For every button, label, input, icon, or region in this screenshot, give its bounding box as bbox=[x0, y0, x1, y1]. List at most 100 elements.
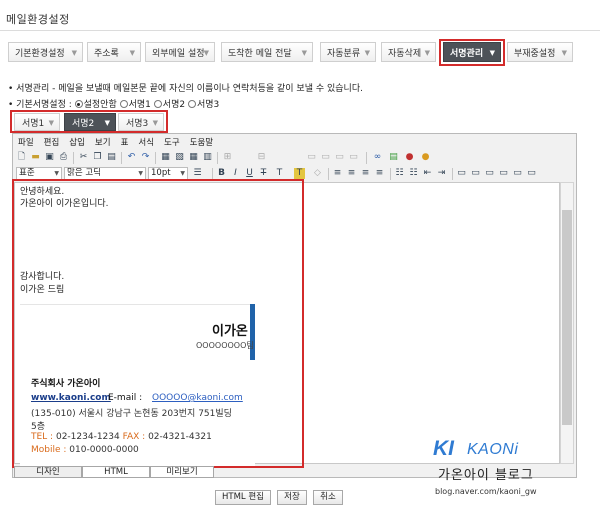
source-icon[interactable]: ▭ bbox=[498, 168, 509, 179]
menu-format[interactable]: 서식 bbox=[133, 136, 159, 150]
style-select-value: 표준 bbox=[19, 168, 35, 178]
tab-auto-sort[interactable]: 자동분류 ▼ bbox=[320, 42, 376, 62]
hyperlink-icon[interactable]: ∞ bbox=[372, 152, 383, 163]
cell-props-icon[interactable]: ▭ bbox=[334, 152, 345, 163]
chevron-down-icon: ▼ bbox=[138, 170, 143, 177]
line-spacing-icon[interactable]: ☰ bbox=[192, 168, 203, 179]
radio-sig1[interactable] bbox=[119, 100, 128, 108]
align-left-icon[interactable]: ≡ bbox=[332, 168, 343, 179]
title-divider bbox=[0, 30, 600, 31]
cut-icon[interactable]: ✂ bbox=[78, 152, 89, 163]
print-icon[interactable]: ⎙ bbox=[58, 152, 69, 163]
paste-icon[interactable]: ▤ bbox=[106, 152, 117, 163]
chevron-down-icon: ▼ bbox=[364, 49, 370, 57]
open-folder-icon[interactable]: ▬ bbox=[30, 152, 41, 163]
menu-edit[interactable]: 편집 bbox=[39, 136, 65, 150]
tab-label: 부재중설정 bbox=[514, 48, 556, 59]
copy-icon[interactable]: ❐ bbox=[92, 152, 103, 163]
undo-icon[interactable]: ↶ bbox=[126, 152, 137, 163]
radio-none-label: 설정안함 bbox=[83, 100, 117, 110]
emoticon-icon[interactable]: ● bbox=[420, 152, 431, 163]
tab-design[interactable]: 디자인 bbox=[14, 466, 82, 478]
highlight-box-tab bbox=[439, 39, 505, 66]
table-icon[interactable]: ▦ bbox=[188, 152, 199, 163]
toolbar-divider bbox=[452, 168, 453, 180]
media-icon[interactable]: ▥ bbox=[202, 152, 213, 163]
hr-icon[interactable]: ▭ bbox=[456, 168, 467, 179]
radio-sig3-label: 서명3 bbox=[196, 100, 220, 110]
page-title: 메일환경설정 bbox=[6, 13, 70, 26]
radio-sig2[interactable] bbox=[153, 100, 162, 108]
tab-auto-delete[interactable]: 자동삭제 ▼ bbox=[381, 42, 436, 62]
cancel-button[interactable]: 취소 bbox=[313, 490, 343, 505]
tab-absence[interactable]: 부재중설정 ▼ bbox=[507, 42, 573, 62]
tab-label: 주소록 bbox=[94, 48, 119, 59]
kaoni-logo-text: KAONi bbox=[467, 441, 519, 458]
chevron-down-icon: ▼ bbox=[424, 49, 430, 57]
chevron-down-icon: ▼ bbox=[301, 49, 307, 57]
radio-none[interactable] bbox=[74, 100, 83, 108]
tab-external-mail[interactable]: 외부메일 설정 ▼ bbox=[145, 42, 215, 62]
menu-table[interactable]: 표 bbox=[116, 136, 134, 150]
tab-html[interactable]: HTML bbox=[82, 466, 150, 478]
tab-basic-settings[interactable]: 기본환경설정 ▼ bbox=[8, 42, 83, 62]
kaoni-logo-mark: KI bbox=[433, 437, 454, 460]
chevron-down-icon: ▼ bbox=[203, 49, 209, 57]
insert-col-icon[interactable]: ⊟ bbox=[256, 152, 267, 163]
tab-preview[interactable]: 미리보기 bbox=[150, 466, 214, 478]
preview-icon[interactable]: ▭ bbox=[526, 168, 537, 179]
font-select-value: 맑은 고딕 bbox=[67, 168, 101, 178]
superscript-icon[interactable]: ▭ bbox=[484, 168, 495, 179]
html-edit-button[interactable]: HTML 편집 bbox=[215, 490, 271, 505]
toolbar-divider bbox=[155, 152, 156, 164]
insert-row-icon[interactable]: ⊞ bbox=[222, 152, 233, 163]
chevron-down-icon: ▼ bbox=[54, 170, 59, 177]
highlight-color-icon[interactable]: T bbox=[294, 168, 305, 179]
table-props-icon[interactable]: ▭ bbox=[348, 152, 359, 163]
subscript-icon[interactable]: ▭ bbox=[470, 168, 481, 179]
toolbar-divider bbox=[390, 168, 391, 180]
link-icon[interactable]: ▦ bbox=[160, 152, 171, 163]
menu-help[interactable]: 도움말 bbox=[185, 136, 218, 150]
outdent-icon[interactable]: ⇤ bbox=[422, 168, 433, 179]
tab-address-book[interactable]: 주소록 ▼ bbox=[87, 42, 141, 62]
align-center-icon[interactable]: ≡ bbox=[346, 168, 357, 179]
tab-label: 외부메일 설정 bbox=[152, 48, 205, 59]
menu-insert[interactable]: 삽입 bbox=[64, 136, 90, 150]
eraser-icon[interactable]: ◇ bbox=[312, 168, 323, 179]
special-char-icon[interactable]: ● bbox=[404, 152, 415, 163]
radio-sig3[interactable] bbox=[187, 100, 196, 108]
redo-icon[interactable]: ↷ bbox=[140, 152, 151, 163]
merge-cells-icon[interactable]: ▭ bbox=[306, 152, 317, 163]
align-right-icon[interactable]: ≡ bbox=[360, 168, 371, 179]
toolbar-divider bbox=[217, 152, 218, 164]
tab-label: 도착한 메일 전달 bbox=[228, 48, 292, 59]
spellcheck-icon[interactable]: ▤ bbox=[388, 152, 399, 163]
underline-icon[interactable]: U bbox=[244, 168, 255, 179]
editor-scrollbar-thumb[interactable] bbox=[562, 210, 572, 425]
split-cells-icon[interactable]: ▭ bbox=[320, 152, 331, 163]
toolbar-divider bbox=[73, 152, 74, 164]
fullscreen-icon[interactable]: ▭ bbox=[512, 168, 523, 179]
align-justify-icon[interactable]: ≡ bbox=[374, 168, 385, 179]
save-icon[interactable]: ▣ bbox=[44, 152, 55, 163]
bold-icon[interactable]: B bbox=[216, 168, 227, 179]
default-signature-row: • 기본서명설정 : 설정안함 서명1 서명2 서명3 bbox=[8, 97, 219, 110]
new-document-icon[interactable]: 🗋 bbox=[16, 152, 27, 163]
save-button[interactable]: 저장 bbox=[277, 490, 307, 505]
indent-icon[interactable]: ⇥ bbox=[436, 168, 447, 179]
menu-file[interactable]: 파일 bbox=[13, 136, 39, 150]
chevron-down-icon: ▼ bbox=[180, 170, 185, 177]
blog-title: 가온아이 블로그 bbox=[438, 468, 534, 483]
italic-icon[interactable]: I bbox=[230, 168, 241, 179]
toolbar-divider bbox=[328, 168, 329, 180]
ordered-list-icon[interactable]: ☷ bbox=[394, 168, 405, 179]
strike-icon[interactable]: T bbox=[258, 168, 269, 179]
font-color-icon[interactable]: T bbox=[274, 168, 285, 179]
menu-view[interactable]: 보기 bbox=[90, 136, 116, 150]
menu-tools[interactable]: 도구 bbox=[159, 136, 185, 150]
tab-mail-forward[interactable]: 도착한 메일 전달 ▼ bbox=[221, 42, 313, 62]
unordered-list-icon[interactable]: ☷ bbox=[408, 168, 419, 179]
tab-label: 자동삭제 bbox=[388, 48, 422, 59]
image-icon[interactable]: ▧ bbox=[174, 152, 185, 163]
